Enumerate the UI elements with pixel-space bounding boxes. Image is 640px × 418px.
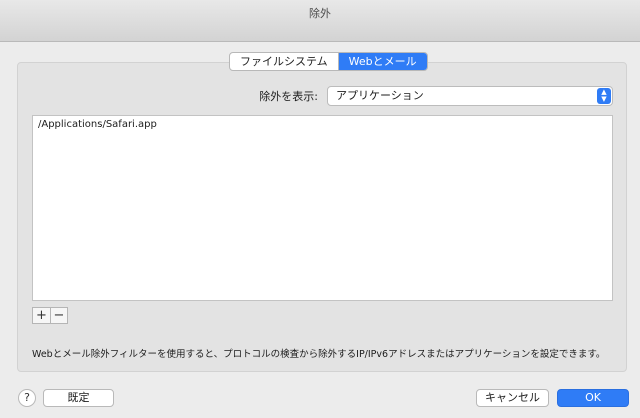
show-exclusions-label: 除外を表示: bbox=[259, 90, 318, 103]
list-item[interactable]: /Applications/Safari.app bbox=[33, 116, 612, 132]
cancel-button[interactable]: キャンセル bbox=[476, 389, 549, 407]
default-button[interactable]: 既定 bbox=[43, 389, 114, 407]
chevron-updown-icon: ▲ ▼ bbox=[597, 88, 611, 104]
remove-button[interactable]: − bbox=[50, 308, 67, 323]
exclusion-type-select[interactable]: アプリケーション ▲ ▼ bbox=[327, 86, 613, 106]
tab-filesystem[interactable]: ファイルシステム bbox=[230, 53, 338, 70]
show-exclusions-row: 除外を表示: アプリケーション ▲ ▼ bbox=[0, 86, 640, 106]
help-button[interactable]: ? bbox=[18, 389, 36, 407]
add-button[interactable]: + bbox=[33, 308, 50, 323]
tab-web-and-mail[interactable]: Webとメール bbox=[337, 53, 427, 70]
exclusions-list[interactable]: /Applications/Safari.app bbox=[32, 115, 613, 301]
ok-button[interactable]: OK bbox=[557, 389, 629, 407]
list-controls: + − bbox=[32, 307, 68, 324]
tab-bar: ファイルシステム Webとメール bbox=[229, 52, 428, 71]
title-bar: 除外 bbox=[0, 0, 640, 42]
exclusion-type-value: アプリケーション bbox=[336, 89, 424, 102]
description-text: Webとメール除外フィルターを使用すると、プロトコルの検査から除外するIP/IP… bbox=[32, 349, 606, 360]
window-title: 除外 bbox=[309, 7, 331, 20]
